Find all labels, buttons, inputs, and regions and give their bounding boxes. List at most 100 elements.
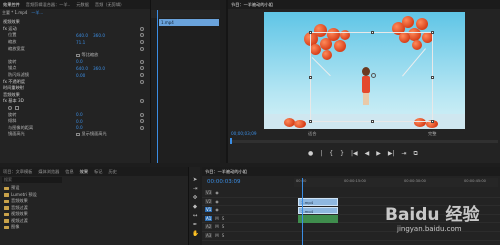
track-select-tool-icon[interactable]: ⇥: [192, 186, 198, 192]
anchor-point-icon[interactable]: [371, 73, 376, 78]
audio-clip[interactable]: [298, 215, 338, 223]
mute-icon[interactable]: M: [215, 216, 218, 221]
mini-playhead[interactable]: [157, 10, 158, 163]
reset-icon[interactable]: [140, 66, 144, 71]
corner-handle[interactable]: [309, 120, 312, 123]
track-name[interactable]: V2: [205, 198, 213, 204]
timeline-timecode[interactable]: 00:00:03:09: [207, 179, 241, 185]
timeline-ruler[interactable]: 00:00 00:00:15:00 00:00:30:00 00:00:45:0…: [294, 178, 498, 187]
edge-handle[interactable]: [309, 76, 312, 79]
tab-markers[interactable]: 标记: [94, 169, 102, 175]
swivel-value[interactable]: 0.0: [76, 112, 83, 117]
reset-icon[interactable]: [140, 26, 144, 31]
rectangle-mask-icon[interactable]: [15, 106, 19, 111]
go-to-out-icon[interactable]: }: [340, 151, 344, 157]
rewind-icon[interactable]: ◀: [365, 151, 370, 157]
tab-effect-controls[interactable]: 效果控件: [3, 2, 20, 8]
position-y-value[interactable]: 360.0: [93, 33, 105, 38]
anti-flicker-value[interactable]: 0.00: [76, 73, 85, 78]
reset-icon[interactable]: [140, 73, 144, 78]
corner-handle[interactable]: [431, 120, 434, 123]
eye-icon[interactable]: ◉: [215, 207, 219, 212]
time-remap-header[interactable]: 时间重映射: [0, 85, 150, 92]
slip-tool-icon[interactable]: ↔: [192, 213, 198, 219]
edge-handle[interactable]: [371, 120, 374, 123]
corner-handle[interactable]: [431, 31, 434, 34]
selection-tool-icon[interactable]: ➤: [192, 177, 198, 183]
tab-program[interactable]: 节目：一羊被动的小姐: [231, 2, 273, 8]
reset-icon[interactable]: [140, 99, 144, 104]
basic-3d-header[interactable]: fx 基本 3D: [0, 98, 150, 105]
quality-select[interactable]: 完整: [428, 131, 436, 137]
track-name[interactable]: V3: [205, 190, 213, 195]
video-frame[interactable]: [264, 12, 465, 129]
reset-icon[interactable]: [140, 40, 144, 45]
specular-checkbox[interactable]: [76, 132, 80, 137]
reset-icon[interactable]: [140, 119, 144, 124]
scale-value[interactable]: 71.1: [76, 40, 85, 45]
reset-icon[interactable]: [140, 59, 144, 64]
edge-handle[interactable]: [371, 31, 374, 34]
reset-icon[interactable]: [140, 33, 144, 38]
zoom-select[interactable]: 适合: [308, 131, 316, 137]
program-scrubber[interactable]: [230, 138, 498, 144]
go-to-in-icon[interactable]: {: [329, 151, 333, 157]
position-x-value[interactable]: 640.0: [76, 33, 88, 38]
track-name[interactable]: V1: [205, 207, 213, 213]
uniform-scale-row[interactable]: 等比缩放: [0, 52, 150, 59]
mini-ruler[interactable]: [151, 10, 220, 18]
anchor-x-value[interactable]: 640.0: [76, 66, 88, 71]
solo-icon[interactable]: S: [222, 216, 225, 221]
play-icon[interactable]: ▶: [376, 151, 381, 157]
track-name[interactable]: A1: [205, 215, 213, 221]
program-timecode[interactable]: 00;00;03;09: [231, 131, 257, 136]
uniform-scale-checkbox[interactable]: [76, 53, 80, 58]
mute-icon[interactable]: M: [215, 224, 218, 229]
timeline-clip[interactable]: 1.mp4: [298, 198, 338, 206]
sequence-clip-label[interactable]: 一羊...: [31, 10, 43, 17]
opacity-effect-header[interactable]: fx 不透明度: [0, 78, 150, 85]
mark-in-icon[interactable]: |: [320, 151, 322, 157]
effects-search-input[interactable]: 搜索: [2, 177, 62, 183]
motion-effect-header[interactable]: fx 运动: [0, 26, 150, 33]
add-marker-icon[interactable]: ●: [308, 151, 313, 157]
solo-icon[interactable]: S: [222, 233, 225, 238]
mini-timeline-clip[interactable]: 1.mp4: [159, 19, 219, 26]
tilt-value[interactable]: 0.0: [76, 119, 83, 124]
export-frame-icon[interactable]: ⧉: [414, 151, 418, 157]
tab-sequence[interactable]: 节目：一羊被动的小姐: [205, 169, 247, 175]
ellipse-mask-icon[interactable]: [8, 106, 12, 111]
track-name[interactable]: A2: [205, 224, 213, 230]
timeline-playhead[interactable]: [302, 178, 303, 245]
tab-media-browser[interactable]: 媒体浏览器: [38, 169, 59, 175]
tab-metadata[interactable]: 元数据: [76, 2, 89, 8]
list-item[interactable]: 图像: [4, 224, 188, 231]
corner-handle[interactable]: [309, 31, 312, 34]
reset-icon[interactable]: [140, 79, 144, 84]
tab-audio-none[interactable]: 音频（无剪辑）: [95, 2, 124, 8]
program-playhead[interactable]: [230, 138, 232, 144]
anchor-y-value[interactable]: 360.0: [93, 66, 105, 71]
razor-tool-icon[interactable]: ◆: [192, 204, 198, 210]
tab-effects[interactable]: 效果: [80, 169, 88, 175]
reset-icon[interactable]: [140, 112, 144, 117]
eye-icon[interactable]: ◉: [215, 190, 219, 195]
distance-value[interactable]: 0.0: [76, 125, 83, 130]
reset-icon[interactable]: [140, 46, 144, 51]
ripple-edit-tool-icon[interactable]: ✥: [192, 195, 198, 201]
tab-project[interactable]: 项目：文章模板: [3, 169, 32, 175]
rotation-value[interactable]: 0.0: [76, 59, 83, 64]
tab-info[interactable]: 信息: [65, 169, 73, 175]
mute-icon[interactable]: M: [215, 233, 218, 238]
step-forward-icon[interactable]: ▶|: [388, 151, 395, 157]
pen-tool-icon[interactable]: ✒: [192, 222, 198, 228]
timeline-clip[interactable]: 1.mp4: [298, 206, 338, 215]
clip-selector[interactable]: 主要 * 1.mp4 一羊...: [2, 10, 148, 17]
tab-history[interactable]: 历史: [108, 169, 116, 175]
solo-icon[interactable]: S: [222, 224, 225, 229]
reset-icon[interactable]: [140, 125, 144, 130]
step-back-icon[interactable]: |◀: [351, 151, 358, 157]
hand-tool-icon[interactable]: ✋: [192, 231, 199, 237]
go-to-out-point-icon[interactable]: ⇥: [401, 151, 406, 157]
edge-handle[interactable]: [431, 76, 434, 79]
